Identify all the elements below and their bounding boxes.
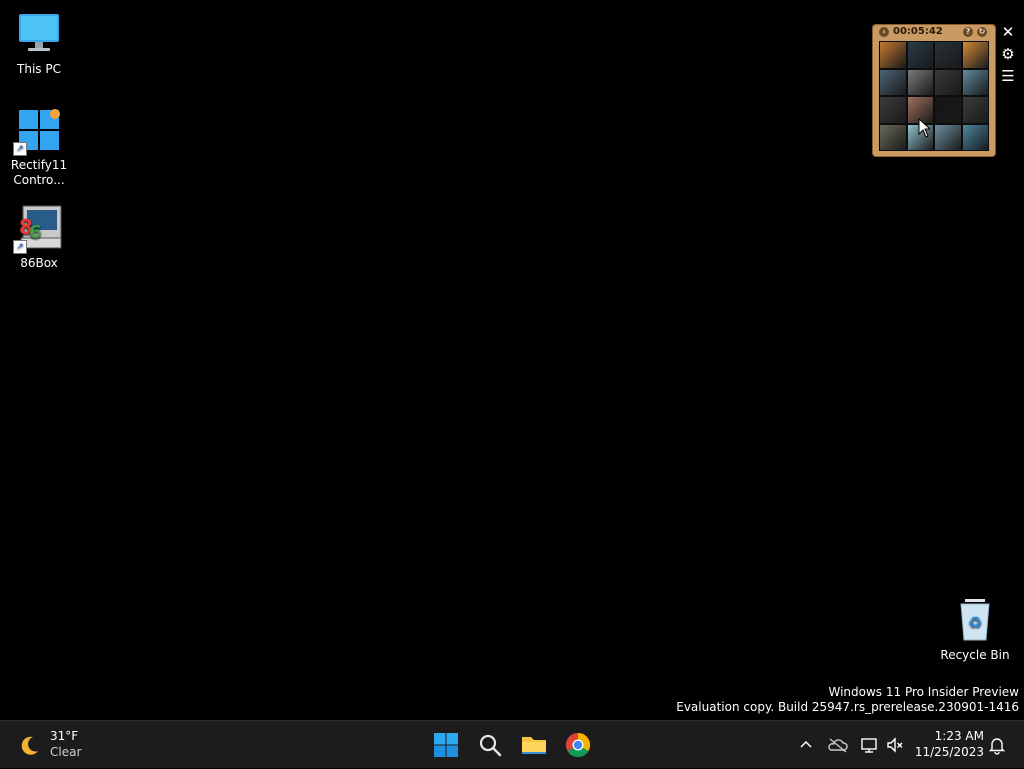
puzzle-tile[interactable] [934, 41, 962, 69]
puzzle-timer: 00:05:42 [893, 26, 943, 37]
menu-icon[interactable]: ☰ [998, 66, 1018, 86]
notifications-button[interactable] [985, 733, 1009, 757]
puzzle-tile[interactable] [879, 96, 907, 124]
puzzle-tile[interactable] [961, 41, 989, 69]
puzzle-tile[interactable] [961, 68, 989, 96]
chrome-icon [565, 733, 591, 758]
watermark-line-2: Evaluation copy. Build 25947.rs_prerelea… [676, 700, 1019, 714]
moon-icon [21, 736, 38, 755]
gear-icon[interactable]: ⚙ [998, 44, 1018, 64]
mouse-cursor-icon [918, 118, 930, 138]
puzzle-help-icon[interactable]: ? [963, 27, 973, 37]
desktop[interactable]: This PC ↗ Rectify11 Contro... 8 6 ↗ 86Bo… [0, 0, 1024, 720]
puzzle-tile[interactable] [934, 123, 962, 151]
control-panel-icon: ↗ [13, 106, 63, 156]
recycle-bin-icon: ♻ [951, 596, 999, 644]
puzzle-shuffle-icon[interactable]: ↻ [977, 27, 987, 37]
search-button[interactable] [470, 725, 510, 765]
weather-condition: Clear [50, 745, 82, 759]
desktop-icon-recycle-bin[interactable]: ♻ Recycle Bin [937, 596, 1013, 663]
desktop-icon-rectify11[interactable]: ↗ Rectify11 Contro... [1, 106, 77, 188]
desktop-icon-label: 86Box [20, 256, 58, 270]
gadget-side-tools: ✕ ⚙ ☰ [998, 22, 1020, 88]
puzzle-tile[interactable] [934, 68, 962, 96]
clock-time: 1:23 AM [934, 729, 984, 743]
desktop-icon-label: This PC [17, 62, 61, 76]
svg-text:6: 6 [29, 222, 42, 243]
svg-text:♻: ♻ [968, 613, 982, 632]
chevron-up-icon [800, 740, 812, 748]
puzzle-tile[interactable] [906, 68, 934, 96]
desktop-icon-label: Recycle Bin [940, 648, 1010, 662]
desktop-icon-86box[interactable]: 8 6 ↗ 86Box [1, 204, 77, 271]
puzzle-board[interactable] [879, 41, 989, 151]
shortcut-arrow-icon: ↗ [13, 240, 27, 254]
puzzle-gadget[interactable]: ‹ 00:05:42 ? ↻ [872, 24, 996, 157]
onedrive-tray-button[interactable] [826, 733, 850, 757]
file-explorer-button[interactable] [514, 725, 554, 765]
puzzle-tile[interactable] [879, 68, 907, 96]
puzzle-tile[interactable] [961, 96, 989, 124]
puzzle-tile[interactable] [879, 123, 907, 151]
cloud-off-icon [828, 738, 848, 753]
taskbar-clock[interactable]: 1:23 AM 11/25/2023 [904, 728, 984, 760]
weather-temperature: 31°F [50, 729, 79, 743]
evaluation-watermark: Windows 11 Pro Insider Preview Evaluatio… [676, 685, 1019, 715]
86box-icon: 8 6 ↗ [13, 204, 63, 254]
windows-logo-icon [434, 733, 458, 757]
taskbar: 31°F Clear 1:23 AM 11/25/2023 [0, 720, 1024, 768]
desktop-icon-label: Rectify11 Contro... [10, 158, 68, 187]
chrome-button[interactable] [558, 725, 598, 765]
search-icon [479, 734, 502, 757]
bell-icon [988, 738, 1006, 755]
desktop-icon-this-pc[interactable]: This PC [1, 10, 77, 77]
watermark-line-1: Windows 11 Pro Insider Preview [828, 685, 1019, 699]
puzzle-header: ‹ 00:05:42 ? ↻ [873, 25, 995, 40]
network-tray-button[interactable] [857, 733, 881, 757]
puzzle-tile[interactable] [934, 96, 962, 124]
puzzle-back-icon[interactable]: ‹ [879, 27, 889, 37]
shortcut-arrow-icon: ↗ [13, 142, 27, 156]
puzzle-tile[interactable] [906, 41, 934, 69]
show-hidden-icons-button[interactable] [794, 733, 818, 757]
this-pc-icon [15, 10, 63, 58]
folder-icon [522, 737, 546, 754]
close-icon[interactable]: ✕ [998, 22, 1018, 42]
puzzle-tile[interactable] [879, 41, 907, 69]
clock-date: 11/25/2023 [914, 745, 984, 759]
network-icon [861, 738, 877, 753]
start-button[interactable] [426, 725, 466, 765]
puzzle-tile[interactable] [961, 123, 989, 151]
